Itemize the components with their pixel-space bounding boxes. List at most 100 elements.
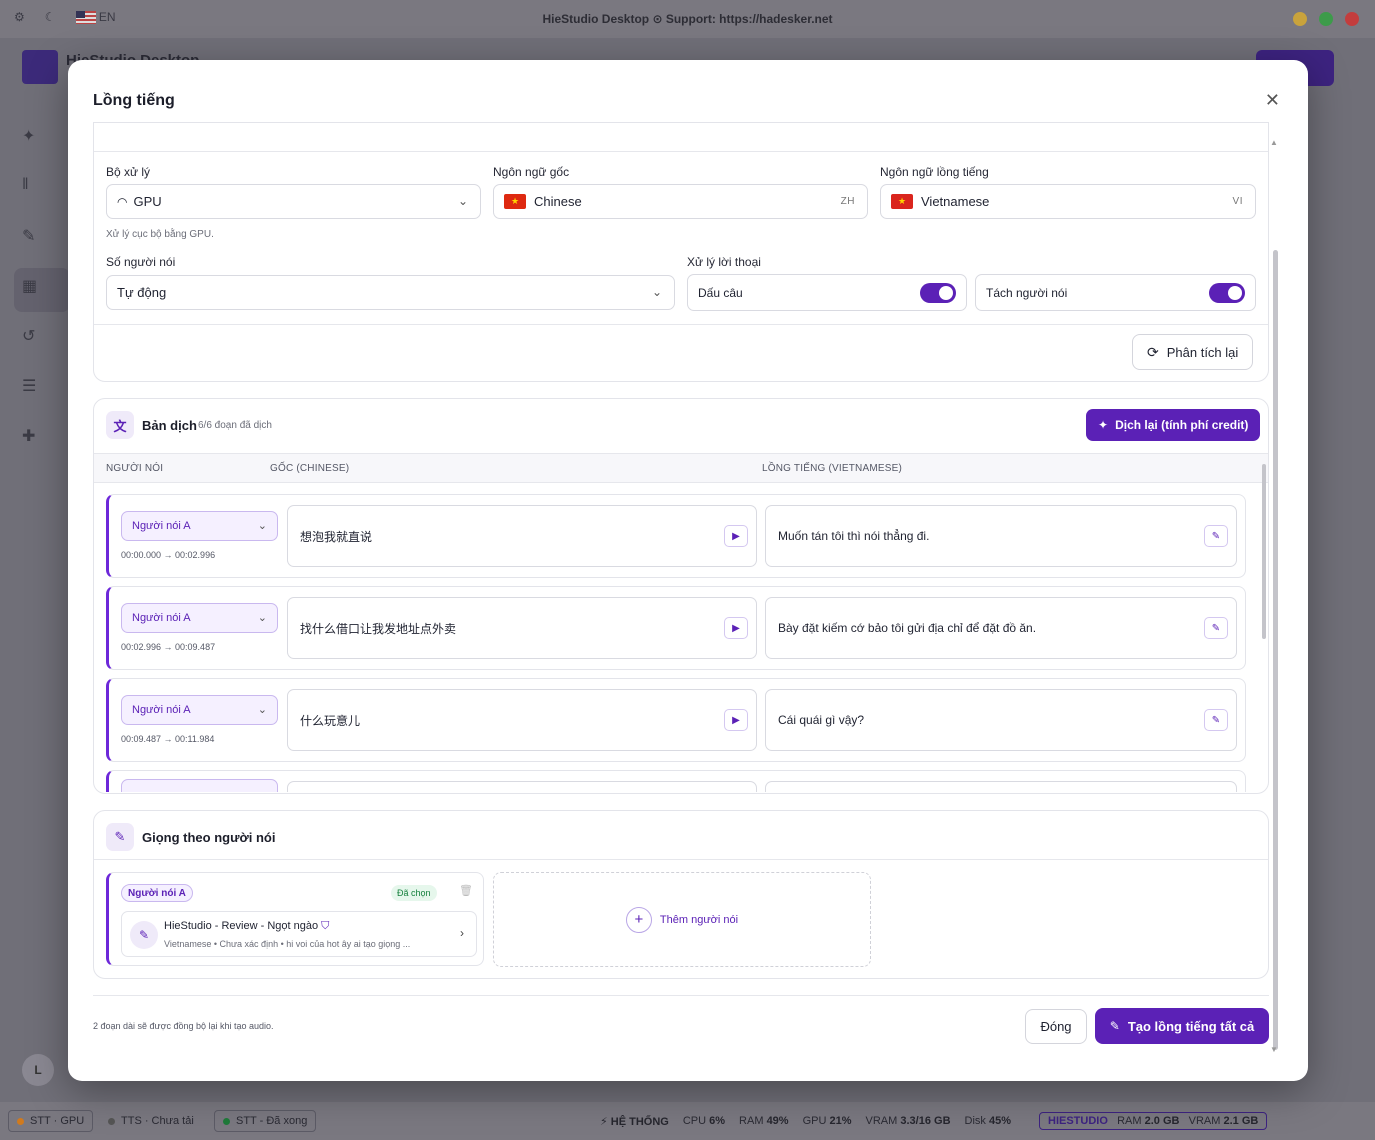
speaker-select[interactable]: Người nói A ⌄ bbox=[121, 511, 278, 541]
mic-icon[interactable]: ✎ bbox=[1204, 709, 1228, 731]
avatar[interactable]: L bbox=[22, 1054, 54, 1086]
stt-done-label: STT - Đã xong bbox=[236, 1115, 308, 1127]
app-ram-value: 2.0 GB bbox=[1144, 1115, 1180, 1127]
film-icon[interactable]: ▦ bbox=[22, 276, 48, 296]
speaker-select[interactable] bbox=[121, 779, 278, 792]
generate-all-button[interactable]: ✎ Tạo lồng tiếng tất cả bbox=[1095, 1008, 1269, 1044]
target-text[interactable]: Cái quái gì vậy? ✎ bbox=[765, 689, 1237, 751]
segments-scrollbar[interactable] bbox=[1262, 464, 1266, 639]
target-text[interactable]: Bày đặt kiếm cớ bảo tôi gửi địa chỉ để đ… bbox=[765, 597, 1237, 659]
reanalyze-button[interactable]: ⟳ Phân tích lại bbox=[1132, 334, 1254, 370]
speaker-select[interactable]: Người nói A ⌄ bbox=[121, 695, 278, 725]
retranslate-button[interactable]: ✦ Dịch lại (tính phí credit) bbox=[1086, 409, 1261, 441]
source-text-value: 什么玩意儿 bbox=[300, 713, 361, 728]
app-stats: HIESTUDIO RAM 2.0 GB VRAM 2.1 GB bbox=[1039, 1112, 1268, 1130]
history-icon[interactable]: ↺ bbox=[22, 326, 48, 346]
add-speaker-button[interactable]: + Thêm người nói bbox=[493, 872, 871, 967]
separate-speakers-label: Tách người nói bbox=[986, 285, 1068, 300]
scroll-down-arrow[interactable]: ▼ bbox=[1270, 1045, 1278, 1054]
close-icon[interactable]: ✕ bbox=[1265, 90, 1280, 111]
app-label: HIESTUDIO bbox=[1048, 1115, 1108, 1127]
retranslate-label: Dịch lại (tính phí credit) bbox=[1115, 418, 1249, 432]
divider bbox=[94, 859, 1268, 860]
play-icon[interactable]: ▶ bbox=[724, 709, 748, 731]
generate-all-label: Tạo lồng tiếng tất cả bbox=[1127, 1018, 1255, 1034]
voice-name: HieStudio - Review - Ngọt ngào ⛉ bbox=[164, 920, 329, 933]
target-lang-code: VI bbox=[1232, 196, 1243, 207]
dialog-title: Lồng tiếng bbox=[93, 92, 175, 109]
speaker-voice-card: Người nói A Đã chọn 🗑 ✎ HieStudio - Revi… bbox=[106, 872, 484, 966]
checklist-icon[interactable]: ☰ bbox=[22, 376, 48, 396]
window-close-button[interactable] bbox=[1345, 12, 1359, 26]
sparkle-icon: ✦ bbox=[1098, 418, 1109, 432]
target-text[interactable]: Muốn tán tôi thì nói thẳng đi. ✎ bbox=[765, 505, 1237, 567]
speaker-value: Người nói A bbox=[132, 520, 191, 532]
segment-time: 00:00.000 → 00:02.996 bbox=[121, 550, 216, 560]
shield-check-icon: ⛉ bbox=[321, 920, 330, 932]
col-source: GỐC (CHINESE) bbox=[270, 463, 350, 474]
speaker-value: Người nói A bbox=[132, 704, 191, 716]
target-lang-select[interactable]: ★ Vietnamese VI bbox=[880, 184, 1256, 219]
waveform-icon[interactable]: ǁ bbox=[22, 176, 48, 196]
source-text[interactable]: 想泡我就直说 ▶ bbox=[287, 505, 757, 567]
mic-icon: ✎ bbox=[130, 921, 158, 949]
mic-icon[interactable]: ✎ bbox=[1204, 525, 1228, 547]
source-text-value: 找什么借口让我发地址点外卖 bbox=[300, 621, 457, 636]
target-lang-label: Ngôn ngữ lồng tiếng bbox=[880, 165, 989, 179]
vram-value: 3.3/16 GB bbox=[900, 1115, 951, 1127]
ram-label: RAM bbox=[739, 1115, 764, 1127]
maximize-button[interactable] bbox=[1319, 12, 1333, 26]
scroll-up-arrow[interactable]: ▲ bbox=[1270, 138, 1278, 147]
segments-list[interactable]: Người nói A ⌄ 00:00.000 → 00:02.996 想泡我就直… bbox=[94, 484, 1254, 792]
minimize-button[interactable] bbox=[1293, 12, 1307, 26]
source-lang-value: Chinese bbox=[534, 194, 582, 209]
sparkle-icon[interactable]: ✦ bbox=[22, 126, 48, 146]
mic-icon: ✎ bbox=[106, 823, 134, 851]
ram-value: 49% bbox=[766, 1115, 789, 1127]
source-lang-select[interactable]: ★ Chinese ZH bbox=[493, 184, 868, 219]
footer-note: 2 đoạn dài sẽ được đồng bộ lại khi tạo a… bbox=[93, 1021, 274, 1031]
title-bar: ⚙ ☾ EN HieStudio Desktop ⊙ Support: http… bbox=[0, 0, 1375, 38]
source-lang-label: Ngôn ngữ gốc bbox=[493, 165, 570, 179]
speakers-value: Tự động bbox=[117, 285, 167, 300]
play-icon[interactable]: ▶ bbox=[724, 617, 748, 639]
close-button[interactable]: Đóng bbox=[1025, 1009, 1087, 1044]
processor-select[interactable]: ◠ GPU ⌄ bbox=[106, 184, 481, 219]
speakers-select[interactable]: Tự động ⌄ bbox=[106, 275, 675, 310]
cpu-label: CPU bbox=[682, 1115, 707, 1127]
disk-label: Disk bbox=[964, 1115, 986, 1127]
table-header: NGƯỜI NÓI GỐC (CHINESE) LỒNG TIẾNG (VIET… bbox=[94, 453, 1268, 483]
vram-label: VRAM bbox=[865, 1115, 898, 1127]
sidebar: ✦ ǁ ✎ ▦ ↺ ☰ ✚ bbox=[22, 126, 48, 446]
stt-gpu-status: STT · GPU bbox=[8, 1110, 94, 1132]
app-vram-label: VRAM bbox=[1188, 1115, 1221, 1127]
target-text-value: Bày đặt kiếm cớ bảo tôi gửi địa chỉ để đ… bbox=[778, 621, 1037, 635]
speaker-select[interactable]: Người nói A ⌄ bbox=[121, 603, 278, 633]
mic-icon[interactable]: ✎ bbox=[1204, 617, 1228, 639]
source-text[interactable]: 什么玩意儿 ▶ bbox=[287, 689, 757, 751]
translation-card: 文 Bản dịch 6/6 đoạn đã dịch ✦ Dịch lại (… bbox=[93, 398, 1269, 794]
source-text[interactable] bbox=[287, 781, 757, 792]
puzzle-icon[interactable]: ✚ bbox=[22, 426, 48, 446]
punctuation-toggle[interactable] bbox=[920, 283, 956, 303]
target-text[interactable] bbox=[765, 781, 1237, 792]
system-label: ⚡ HỆ THỐNG bbox=[600, 1115, 669, 1128]
dialog-scrollbar[interactable] bbox=[1273, 250, 1278, 1050]
voice-name-text: HieStudio - Review - Ngọt ngào bbox=[164, 920, 319, 932]
status-bar: STT · GPU TTS · Chưa tải STT - Đã xong ⚡… bbox=[0, 1102, 1375, 1140]
segment-time: 00:09.487 → 00:11.984 bbox=[121, 734, 215, 744]
voices-title: Giọng theo người nói bbox=[142, 830, 276, 845]
mic-icon: ✎ bbox=[1109, 1019, 1120, 1033]
dialogue-label: Xử lý lời thoại bbox=[687, 255, 761, 269]
mic-icon[interactable]: ✎ bbox=[22, 226, 48, 246]
table-row: Người nói A ⌄ 00:09.487 → 00:11.984 什么玩意儿… bbox=[106, 678, 1246, 762]
voice-selector[interactable]: ✎ HieStudio - Review - Ngọt ngào ⛉ Vietn… bbox=[121, 911, 477, 957]
translation-progress: 6/6 đoạn đã dịch bbox=[198, 420, 272, 431]
source-text[interactable]: 找什么借口让我发地址点外卖 ▶ bbox=[287, 597, 757, 659]
separate-speakers-toggle[interactable] bbox=[1209, 283, 1245, 303]
app-vram-value: 2.1 GB bbox=[1223, 1115, 1259, 1127]
trash-icon[interactable]: 🗑 bbox=[459, 884, 473, 897]
vietnam-flag-icon: ★ bbox=[891, 194, 913, 209]
play-icon[interactable]: ▶ bbox=[724, 525, 748, 547]
cpu-value: 6% bbox=[709, 1115, 726, 1127]
